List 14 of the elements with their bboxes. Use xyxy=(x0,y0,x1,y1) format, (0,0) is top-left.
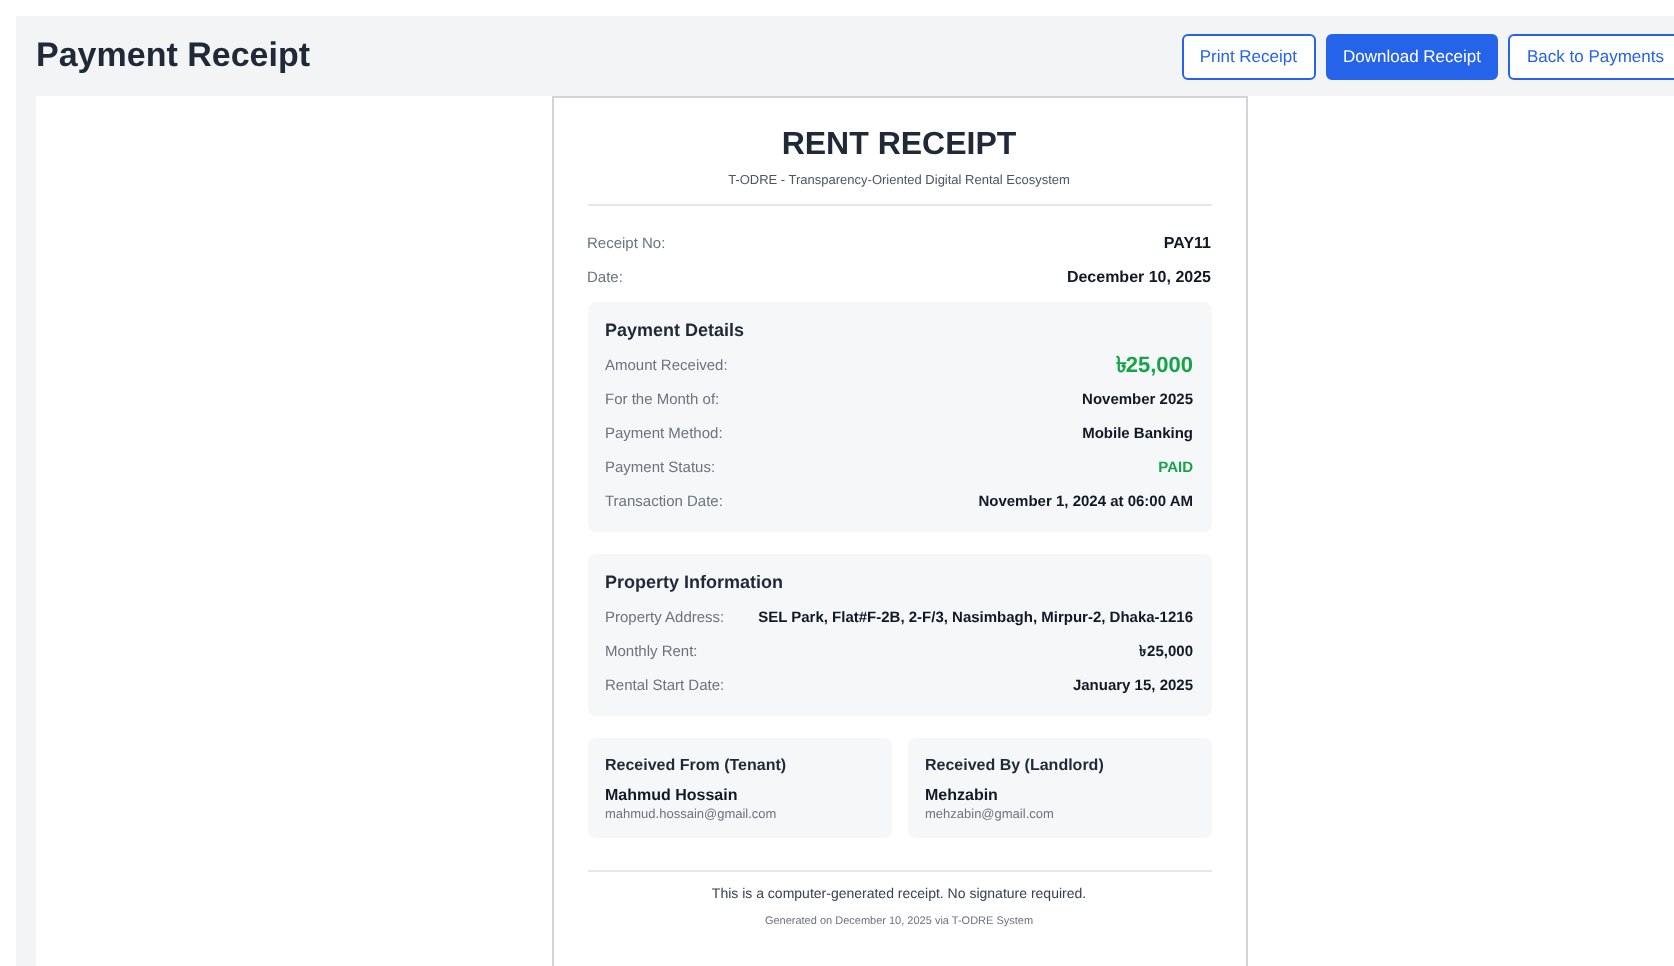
party-title: Received By (Landlord) xyxy=(925,756,1106,774)
page-title: Payment Receipt xyxy=(36,36,310,76)
party-title: Received From (Tenant) xyxy=(605,756,789,774)
section-title: Payment Details xyxy=(605,320,747,340)
action-button[interactable]: Download Receipt xyxy=(1325,33,1499,79)
field-value: PAY11 xyxy=(1163,234,1211,254)
party-name: Mahmud Hossain xyxy=(605,786,740,804)
field-value: ৳25,000 xyxy=(1115,356,1193,376)
receipt-title: RENT RECEIPT xyxy=(779,128,1019,164)
section-title: Property Information xyxy=(605,572,786,592)
action-button[interactable]: Back to Payments xyxy=(1508,33,1674,79)
action-button[interactable]: Print Receipt xyxy=(1181,33,1315,79)
field-value: December 10, 2025 xyxy=(1066,268,1211,288)
party-name: Mehzabin xyxy=(925,786,1000,804)
